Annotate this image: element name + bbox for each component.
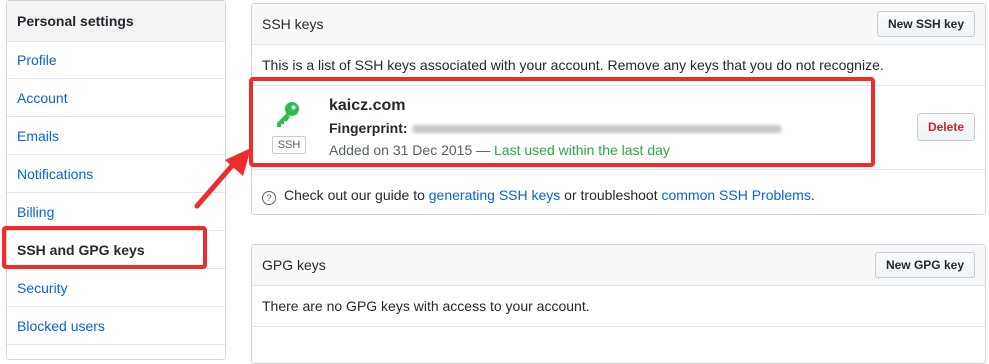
generating-ssh-keys-link[interactable]: generating SSH keys [429,187,561,203]
annotation-arrow-icon [194,148,251,209]
annotation-box-sidebar-ssh [2,226,207,269]
gpg-keys-description: There are no GPG keys with access to you… [252,286,985,327]
guide-middle: or troubleshoot [560,187,662,203]
gpg-keys-header: GPG keys New GPG key [252,245,985,286]
annotation-box-ssh-key [249,77,875,167]
ssh-keys-title: SSH keys [262,16,324,32]
sidebar-item-security[interactable]: Security [7,269,225,307]
gpg-keys-title: GPG keys [262,257,326,273]
delete-ssh-key-button[interactable]: Delete [916,113,975,141]
sidebar-item-profile[interactable]: Profile [7,41,225,79]
new-gpg-key-button[interactable]: New GPG key [874,252,975,278]
sidebar-item-blocked-users[interactable]: Blocked users [7,307,225,345]
sidebar-item-account[interactable]: Account [7,79,225,117]
ssh-keys-header: SSH keys New SSH key [252,4,985,45]
guide-suffix: . [810,187,815,203]
sidebar-header: Personal settings [7,1,225,42]
gpg-keys-panel: GPG keys New GPG key There are no GPG ke… [251,244,986,364]
common-ssh-problems-link[interactable]: common SSH Problems [661,187,810,203]
new-ssh-key-button[interactable]: New SSH key [876,11,975,37]
ssh-guide-note: ? Check out our guide to generating SSH k… [252,170,985,220]
guide-prefix: Check out our guide to [284,187,429,203]
